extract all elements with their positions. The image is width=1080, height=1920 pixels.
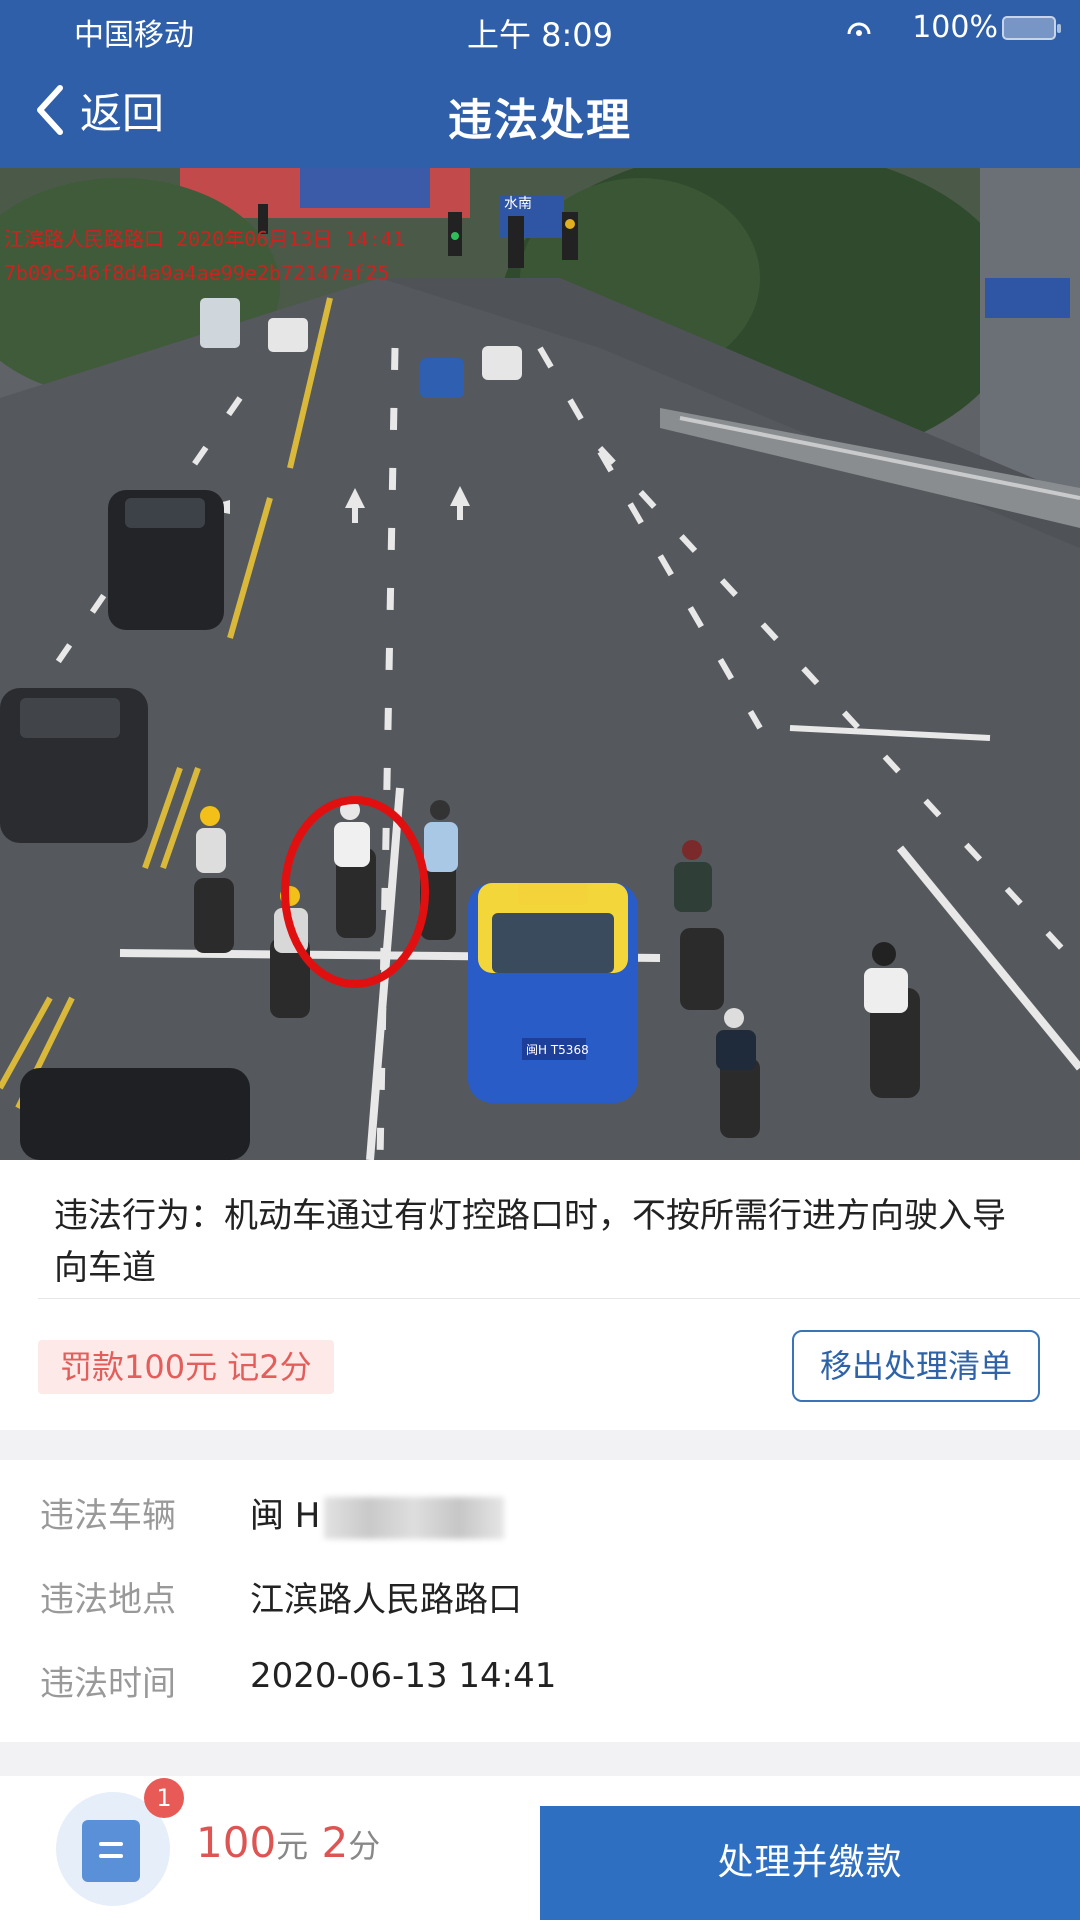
camera-overlay-line2: 7b09c546f8d4a9a4ae99e2b72147af25: [4, 261, 389, 285]
pay-button[interactable]: 处理并缴款: [540, 1806, 1080, 1920]
total-points: 2: [321, 1818, 349, 1867]
amount-unit: 元: [276, 1827, 309, 1865]
road-sign-text: 水南: [504, 196, 532, 212]
bottom-bar: 1 100元 2分 处理并缴款: [0, 1776, 1080, 1920]
points-unit: 分: [348, 1827, 381, 1865]
plate-prefix: 闽 H: [250, 1496, 321, 1536]
alarm-icon: [847, 22, 871, 36]
total-summary: 100元 2分: [196, 1818, 380, 1867]
traffic-camera-image: 水南 闽H T5368 江滨路人民路路口 2020年06月13日 14:41 7…: [0, 168, 1080, 1160]
cart-count-badge: 1: [144, 1778, 184, 1818]
detail-label: 违法时间: [40, 1664, 176, 1704]
remove-from-list-button[interactable]: 移出处理清单: [792, 1330, 1040, 1402]
detail-label: 违法车辆: [40, 1496, 176, 1536]
list-icon: [82, 1820, 140, 1882]
violation-photo[interactable]: 水南 闽H T5368 江滨路人民路路口 2020年06月13日 14:41 7…: [0, 168, 1080, 1160]
divider: [38, 1298, 1080, 1299]
page-title: 违法处理: [448, 95, 632, 146]
violation-details: 违法车辆 闽 H 违法地点 江滨路人民路路口 违法时间 2020-06-13 1…: [0, 1460, 1080, 1742]
taxi-plate-text: 闽H T5368: [526, 1043, 589, 1057]
camera-overlay-line1: 江滨路人民路路口 2020年06月13日 14:41: [4, 227, 405, 251]
nav-bar: 返回 违法处理: [0, 56, 1080, 168]
plate-redacted: [324, 1496, 505, 1539]
battery-percent: 100%: [912, 10, 998, 45]
detail-value-time: 2020-06-13 14:41: [250, 1656, 557, 1696]
total-amount: 100: [196, 1818, 277, 1867]
detail-value-vehicle: 闽 H: [250, 1488, 950, 1539]
battery-icon: [1002, 16, 1061, 40]
app-header: 中国移动 上午 8:09 100% 返回 违法处理: [0, 0, 1080, 168]
status-bar: 中国移动 上午 8:09 100%: [0, 0, 1080, 56]
detail-label: 违法地点: [40, 1580, 176, 1620]
fine-badge: 罚款100元 记2分: [38, 1340, 334, 1394]
violation-behavior: 违法行为：机动车通过有灯控路口时，不按所需行进方向驶入导向车道: [54, 1196, 1006, 1288]
detail-value-location: 江滨路人民路路口: [250, 1580, 522, 1620]
